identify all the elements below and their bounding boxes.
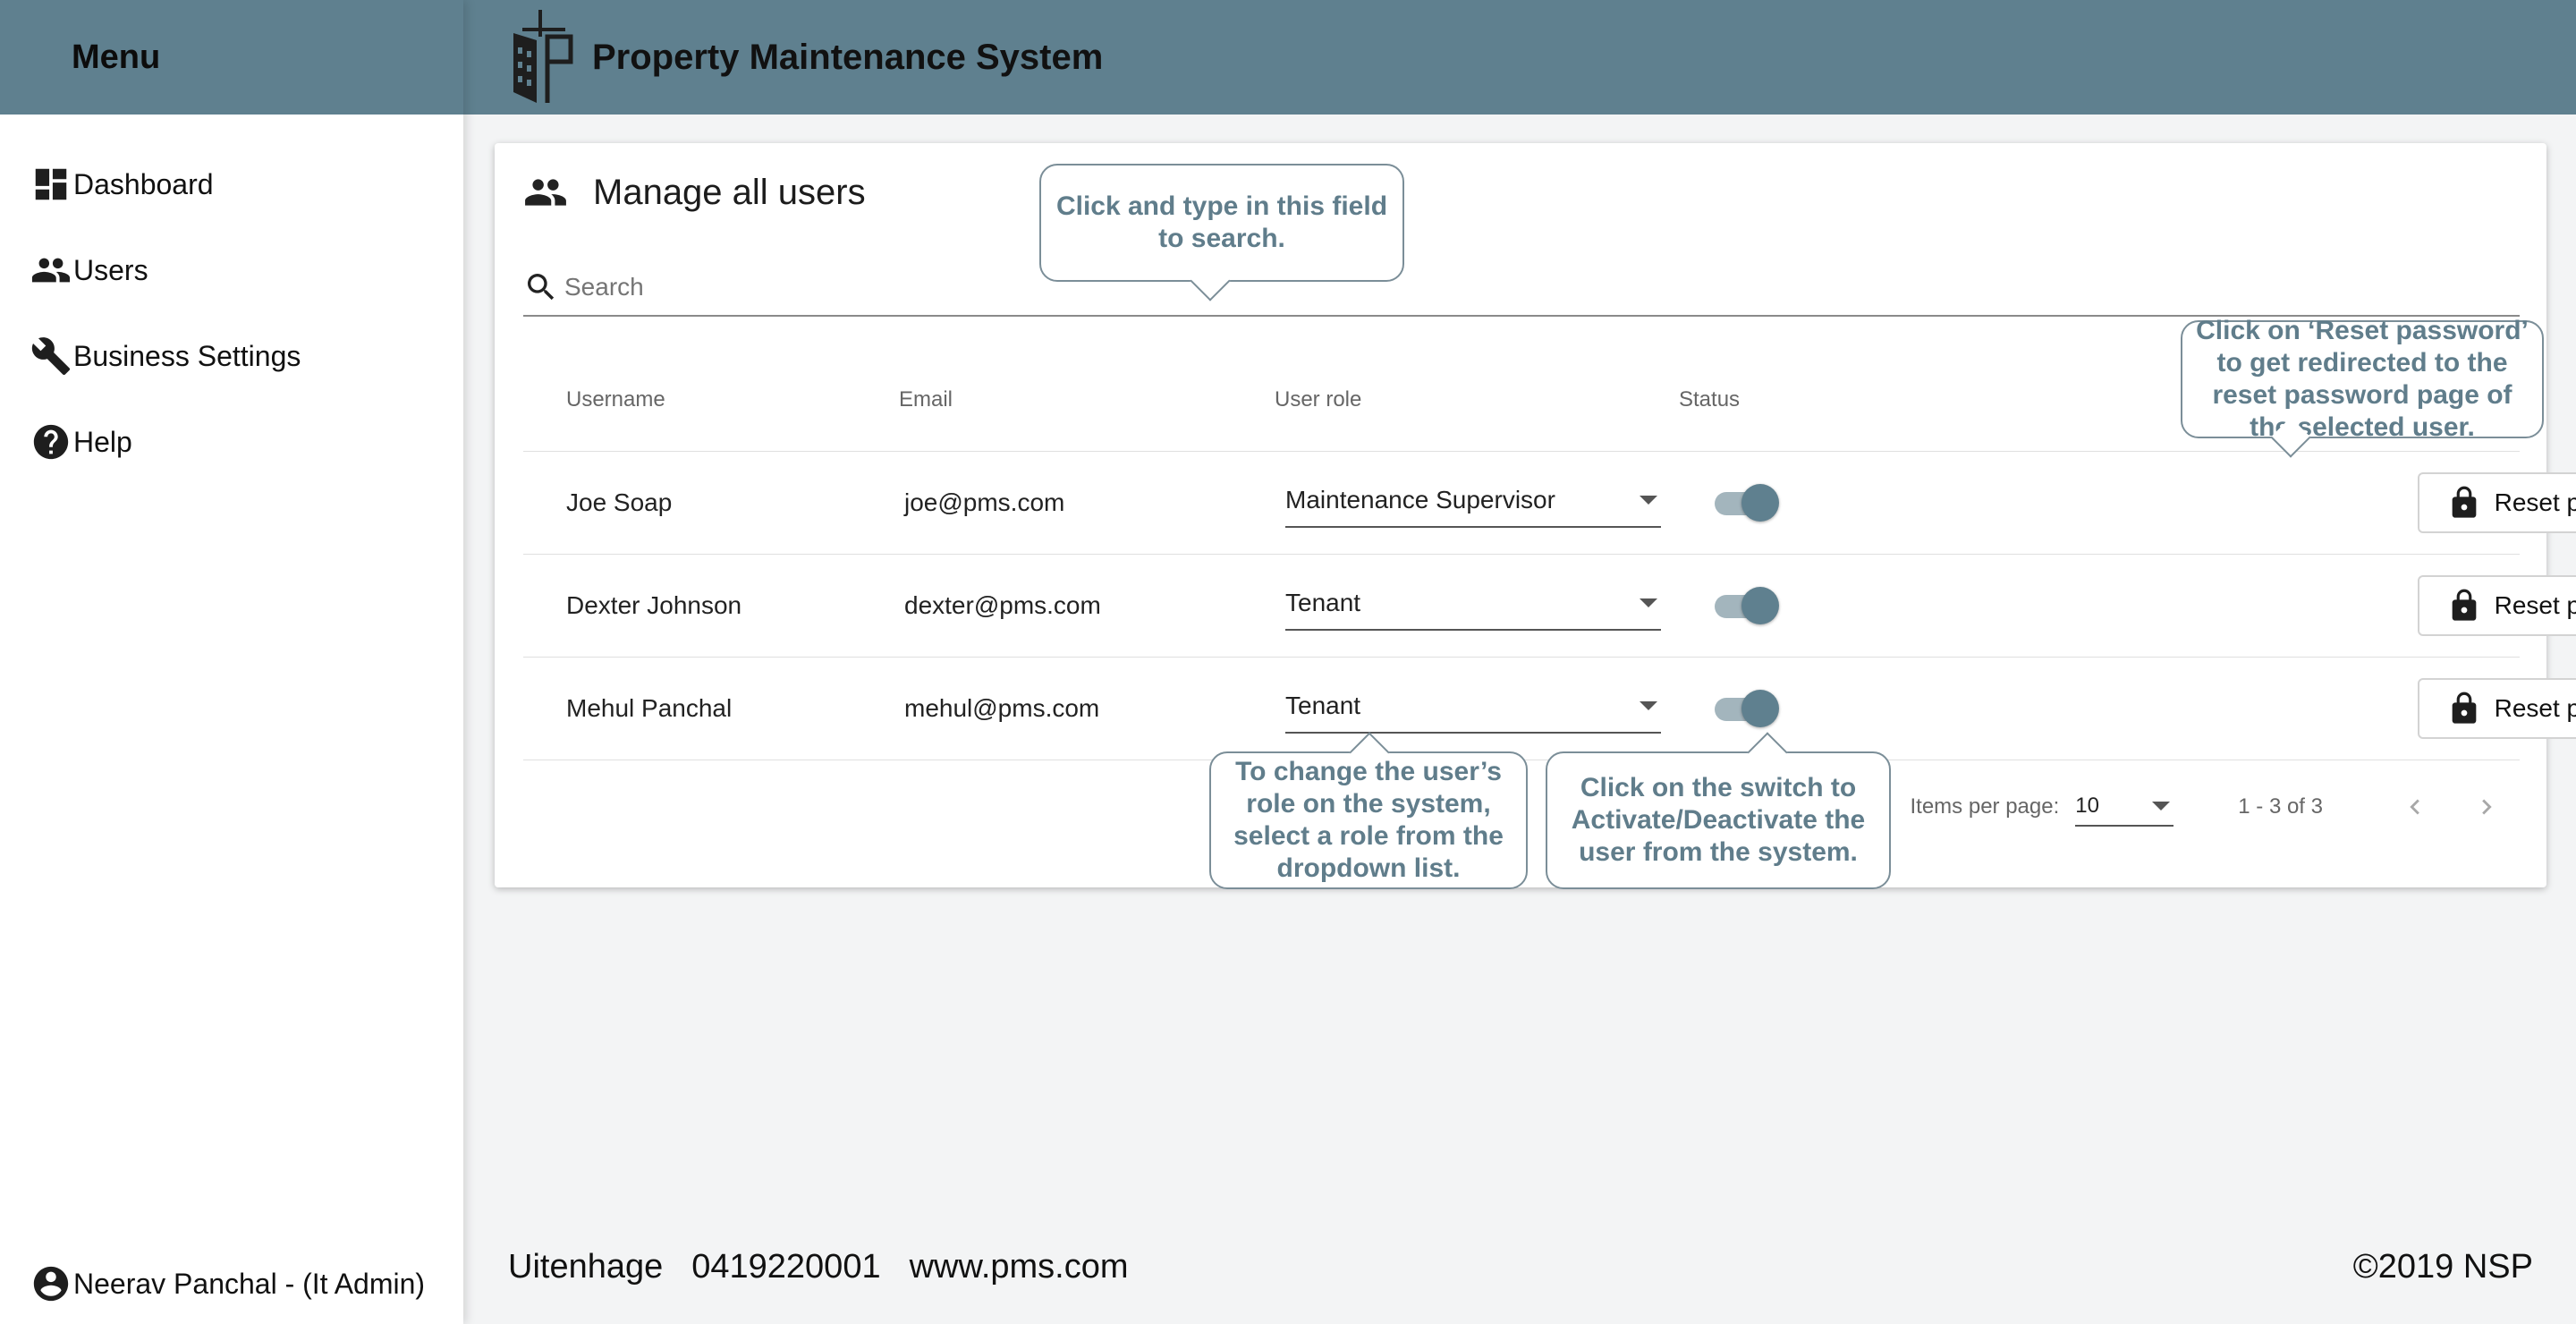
username-cell: Joe Soap: [566, 488, 673, 516]
footer-website[interactable]: www.pms.com: [910, 1248, 1129, 1286]
page-range: 1 - 3 of 3: [2238, 794, 2323, 819]
table-row: Mehul Panchal mehul@pms.com Tenant Reset…: [523, 658, 2576, 760]
security-cell: Reset password: [2055, 575, 2576, 636]
role-select-value: Maintenance Supervisor: [1285, 486, 1555, 513]
card-header: Manage all users: [523, 170, 866, 215]
reset-password-label: Reset password: [2494, 591, 2576, 619]
account-circle-icon: [33, 1266, 69, 1302]
sidebar-item-label: Users: [73, 253, 148, 286]
dashboard-icon: [35, 168, 67, 200]
current-user[interactable]: Neerav Panchal - (It Admin): [30, 1263, 425, 1304]
role-cell: Maintenance Supervisor: [1275, 478, 1679, 528]
table-row: Joe Soap joe@pms.com Maintenance Supervi…: [523, 452, 2576, 555]
role-cell: Tenant: [1275, 683, 1679, 734]
people-icon: [525, 179, 566, 206]
footer-copyright: ©2019 NSP: [2352, 1247, 2533, 1286]
building-logo-icon: [513, 10, 573, 103]
role-select-value: Tenant: [1285, 589, 1361, 616]
role-cell: Tenant: [1275, 581, 1679, 631]
app-title: Property Maintenance System: [592, 37, 1104, 77]
column-header-email: Email: [899, 387, 953, 412]
role-tooltip: To change the user’s role on the system,…: [1209, 751, 1528, 889]
security-cell: Reset password: [2055, 472, 2576, 533]
footer-city: Uitenhage: [508, 1247, 664, 1286]
security-cell: Reset password: [2055, 678, 2576, 739]
username-cell: Mehul Panchal: [566, 694, 733, 722]
email-cell: dexter@pms.com: [904, 591, 1101, 619]
help-icon: [33, 424, 69, 460]
sidebar-header: Menu: [0, 0, 463, 115]
page-title: Manage all users: [593, 172, 866, 212]
menu-title: Menu: [72, 38, 161, 76]
sidebar-item-help[interactable]: Help: [0, 399, 463, 485]
lock-icon: [2452, 692, 2476, 724]
email-cell: mehul@pms.com: [904, 694, 1100, 722]
sidebar-item-dashboard[interactable]: Dashboard: [0, 141, 463, 227]
role-select[interactable]: Maintenance Supervisor: [1285, 478, 1661, 528]
status-switch-tooltip: Click on the switch to Activate/Deactiva…: [1546, 751, 1891, 889]
sidebar: Menu Dashboard Users Business Settings H…: [0, 0, 463, 1324]
reset-password-label: Reset password: [2494, 488, 2576, 516]
reset-password-label: Reset password: [2494, 694, 2576, 722]
username-cell: Dexter Johnson: [566, 591, 742, 619]
reset-password-button[interactable]: Reset password: [2418, 575, 2576, 636]
search-field[interactable]: [523, 259, 2520, 317]
status-toggle[interactable]: [1713, 688, 1779, 729]
items-per-page-value: 10: [2075, 794, 2099, 818]
column-header-status: Status: [1679, 387, 1741, 412]
sidebar-item-label: Dashboard: [73, 167, 214, 200]
paginator: Items per page: 10 1 - 3 of 3: [1911, 787, 2503, 827]
status-cell: [1679, 585, 2055, 626]
role-select-value: Tenant: [1285, 692, 1361, 719]
lock-icon: [2452, 486, 2476, 518]
chevron-right-icon[interactable]: [2471, 792, 2502, 822]
search-tooltip: Click and type in this field to search.: [1039, 164, 1404, 282]
chevron-left-icon[interactable]: [2400, 792, 2430, 822]
items-per-page-select[interactable]: 10: [2075, 787, 2174, 827]
table-row: Dexter Johnson dexter@pms.com Tenant Res…: [523, 555, 2576, 658]
page-footer: Uitenhage 0419220001 www.pms.com ©2019 N…: [463, 1209, 2576, 1324]
reset-password-button[interactable]: Reset password: [2418, 678, 2576, 739]
caret-down-icon: [1640, 598, 1657, 607]
footer-phone: 0419220001: [691, 1247, 881, 1286]
column-header-username: Username: [566, 387, 665, 412]
caret-down-icon: [1640, 496, 1657, 505]
status-cell: [1679, 688, 2055, 729]
items-per-page-label: Items per page:: [1910, 794, 2060, 819]
column-header-user-role: User role: [1275, 387, 1362, 412]
lock-icon: [2452, 589, 2476, 621]
wrench-icon: [31, 337, 71, 376]
status-toggle[interactable]: [1713, 585, 1779, 626]
current-user-label: Neerav Panchal - (It Admin): [73, 1267, 426, 1300]
sidebar-item-label: Business Settings: [73, 339, 301, 372]
sidebar-item-label: Help: [73, 425, 132, 458]
top-bar: Property Maintenance System: [463, 0, 2576, 115]
email-cell: joe@pms.com: [904, 488, 1065, 516]
caret-down-icon: [1640, 701, 1657, 710]
reset-password-button[interactable]: Reset password: [2418, 472, 2576, 533]
role-select[interactable]: Tenant: [1285, 683, 1661, 734]
users-icon: [31, 258, 71, 283]
reset-password-tooltip: Click on ‘Reset password’ to get redirec…: [2181, 316, 2544, 442]
search-icon: [528, 274, 555, 301]
sidebar-nav: Dashboard Users Business Settings Help: [0, 141, 463, 485]
caret-down-icon: [2152, 802, 2171, 811]
status-toggle[interactable]: [1713, 482, 1779, 523]
status-cell: [1679, 482, 2055, 523]
sidebar-item-business-settings[interactable]: Business Settings: [0, 313, 463, 399]
role-select[interactable]: Tenant: [1285, 581, 1661, 631]
search-input[interactable]: [563, 272, 2266, 302]
sidebar-item-users[interactable]: Users: [0, 227, 463, 313]
